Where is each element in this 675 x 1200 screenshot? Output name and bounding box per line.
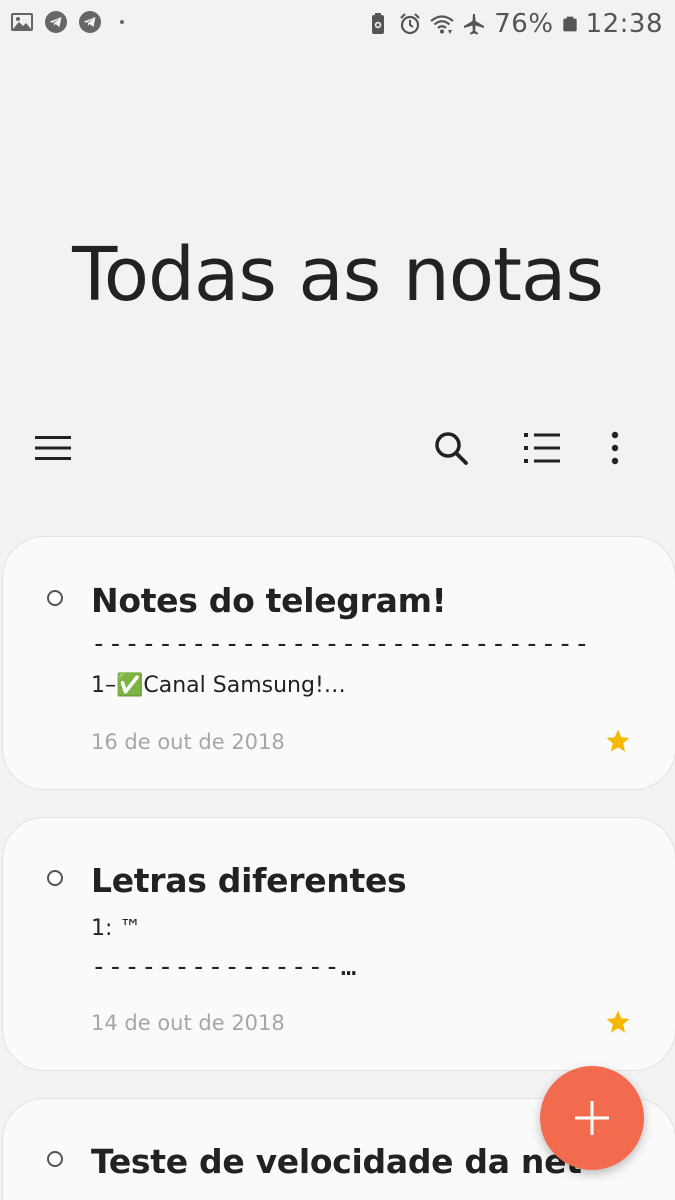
- battery-saver-icon: [372, 13, 385, 34]
- wifi-icon: [430, 15, 454, 34]
- note-preview-line: 1: ™: [91, 916, 142, 941]
- search-icon: [435, 432, 468, 465]
- note-select-radio[interactable]: [47, 590, 63, 606]
- battery-percent: 76%: [494, 9, 554, 39]
- more-options-icon: [611, 431, 619, 465]
- favorite-star-icon[interactable]: [605, 728, 631, 754]
- notification-icons: [10, 10, 124, 34]
- note-select-radio[interactable]: [47, 870, 63, 886]
- note-preview-line: ---------------…: [91, 952, 358, 982]
- clock: 12:38: [585, 9, 663, 39]
- add-note-button[interactable]: [540, 1066, 644, 1170]
- list-view-icon: [524, 433, 560, 463]
- more-options-button[interactable]: [587, 420, 643, 476]
- battery-icon: [562, 16, 577, 32]
- note-card[interactable]: Letras diferentes 1: ™ ---------------… …: [2, 817, 675, 1071]
- status-bar: 76% 12:38: [0, 0, 675, 48]
- plus-icon: [575, 1101, 609, 1135]
- toolbar: [0, 420, 675, 476]
- note-preview-line: 1–✅Canal Samsung!…: [91, 673, 346, 698]
- telegram-icon: [79, 11, 101, 33]
- note-title: Notes do telegram!: [91, 581, 447, 620]
- note-date: 16 de out de 2018: [91, 730, 285, 754]
- favorite-star-icon[interactable]: [605, 1009, 631, 1035]
- note-title: Teste de velocidade da net: [91, 1142, 582, 1181]
- more-notifications-dot: [120, 20, 124, 24]
- telegram-icon: [45, 11, 67, 33]
- alarm-icon: [400, 13, 421, 35]
- page-title: Todas as notas: [72, 232, 604, 318]
- note-card[interactable]: Notes do telegram! ---------------------…: [2, 536, 675, 790]
- view-mode-button[interactable]: [514, 420, 570, 476]
- note-title: Letras diferentes: [91, 861, 407, 900]
- search-button[interactable]: [423, 420, 479, 476]
- note-select-radio[interactable]: [47, 1151, 63, 1167]
- notes-screen: 76% 12:38 Todas as notas Notes do telegr…: [0, 0, 675, 1200]
- menu-icon: [35, 436, 71, 460]
- system-icons: 76% 12:38: [366, 6, 663, 42]
- note-date: 14 de out de 2018: [91, 1011, 285, 1035]
- airplane-mode-icon: [464, 14, 485, 35]
- note-preview-line: ------------------------------: [91, 629, 591, 659]
- menu-button[interactable]: [25, 420, 81, 476]
- gallery-icon: [11, 13, 33, 31]
